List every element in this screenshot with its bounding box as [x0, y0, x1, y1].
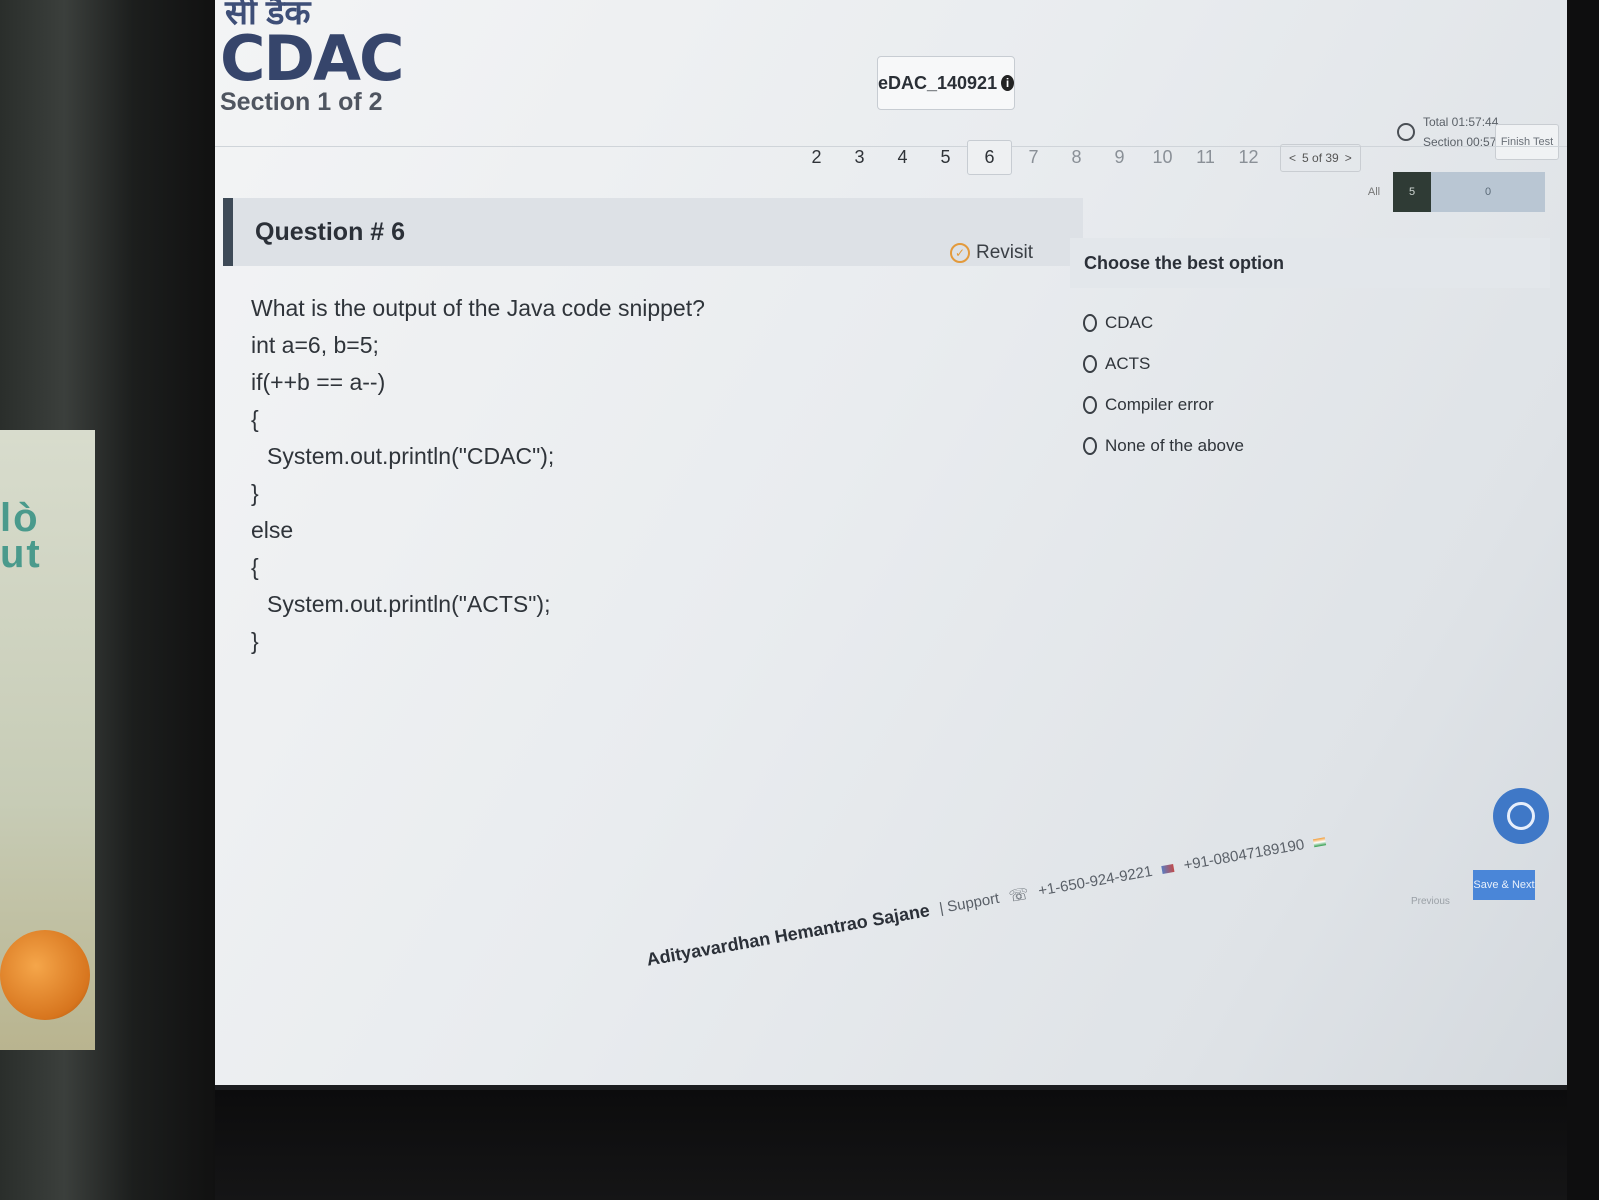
question-nav-3[interactable]: 3: [838, 141, 881, 174]
support-phone-us[interactable]: +1-650-924-9221: [1037, 863, 1154, 900]
revisit-label: Revisit: [976, 242, 1034, 263]
question-nav-12[interactable]: 12: [1227, 141, 1270, 174]
section-indicator: Section 1 of 2: [220, 88, 383, 116]
india-flag-icon: [1313, 836, 1327, 847]
question-prompt: What is the output of the Java code snip…: [251, 295, 705, 321]
options-header: Choose the best option: [1070, 238, 1550, 288]
question-nav-11[interactable]: 11: [1184, 141, 1227, 174]
question-nav-7[interactable]: 7: [1012, 141, 1055, 174]
legend-unanswered[interactable]: 0: [1431, 172, 1545, 212]
exam-screen: सी डैक CDAC Section 1 of 2 eDAC_140921 i…: [215, 0, 1567, 1085]
option-label: None of the above: [1105, 435, 1244, 455]
question-nav-5[interactable]: 5: [924, 141, 967, 174]
legend-answered[interactable]: 5: [1393, 172, 1431, 212]
pager-prev-button[interactable]: <: [1289, 151, 1296, 165]
finish-test-button[interactable]: Finish Test: [1495, 124, 1559, 160]
status-legend: All 5 0: [1355, 172, 1545, 212]
option-cdac[interactable]: CDAC: [1083, 302, 1244, 343]
candidate-id-box[interactable]: eDAC_140921 i: [877, 56, 1015, 110]
pager-status: 5 of 39: [1302, 150, 1339, 165]
code-line: int a=6, b=5;: [251, 332, 379, 358]
support-phone-in[interactable]: +91-08047189190: [1182, 836, 1305, 874]
option-label: Compiler error: [1105, 394, 1214, 414]
radio-icon[interactable]: [1083, 354, 1097, 373]
code-line: }: [251, 480, 259, 506]
radio-icon[interactable]: [1083, 313, 1097, 332]
question-title: Question # 6: [255, 218, 406, 246]
code-line: else: [251, 517, 294, 543]
option-compiler-error[interactable]: Compiler error: [1083, 384, 1244, 425]
radio-icon[interactable]: [1083, 436, 1097, 455]
monitor-right-bezel: [1567, 0, 1599, 1200]
radio-icon[interactable]: [1083, 395, 1097, 414]
monitor-left-surroundings: lò ut: [0, 0, 215, 1200]
monitor-bottom-bezel: [215, 1090, 1599, 1200]
candidate-id: eDAC_140921: [878, 72, 998, 93]
info-icon[interactable]: i: [1001, 75, 1014, 91]
orange-decoration: [0, 930, 90, 1020]
question-nav-9[interactable]: 9: [1098, 141, 1141, 174]
answer-options: CDAC ACTS Compiler error None of the abo…: [1083, 302, 1244, 466]
support-label: | Support: [937, 889, 1001, 918]
save-next-button[interactable]: Save & Next: [1473, 870, 1535, 900]
chat-support-button[interactable]: [1493, 788, 1549, 844]
code-line: if(++b == a--): [251, 369, 386, 395]
code-line: {: [251, 406, 259, 432]
revisit-toggle[interactable]: ✓ Revisit: [950, 242, 1033, 264]
code-line: {: [251, 554, 259, 580]
previous-link[interactable]: Previous: [1411, 896, 1450, 907]
us-flag-icon: [1161, 863, 1175, 874]
phone-icon: ☏: [1007, 885, 1031, 906]
candidate-name: Adityavardhan Hemantrao Sajane: [645, 900, 932, 970]
option-none-of-the-above[interactable]: None of the above: [1083, 425, 1244, 466]
pager-next-button[interactable]: >: [1345, 151, 1352, 165]
cdac-logo: CDAC: [220, 22, 404, 95]
poster-graphic: lò ut: [0, 496, 42, 576]
code-line: System.out.println("CDAC");: [267, 443, 555, 469]
option-label: CDAC: [1105, 312, 1154, 332]
question-nav-2[interactable]: 2: [795, 141, 838, 174]
option-acts[interactable]: ACTS: [1083, 343, 1244, 384]
question-body: What is the output of the Java code snip…: [251, 290, 705, 660]
footer: Adityavardhan Hemantrao Sajane | Support…: [645, 830, 1328, 970]
question-nav-4[interactable]: 4: [881, 141, 924, 174]
question-pager: < 5 of 39 >: [1280, 143, 1361, 172]
option-label: ACTS: [1105, 353, 1151, 373]
chat-icon: [1507, 802, 1535, 830]
clock-icon: [1397, 123, 1415, 141]
question-nav-10[interactable]: 10: [1141, 141, 1184, 174]
code-line: }: [251, 628, 259, 654]
revisit-icon: ✓: [950, 243, 970, 263]
code-line: System.out.println("ACTS");: [267, 591, 551, 617]
question-nav-8[interactable]: 8: [1055, 141, 1098, 174]
legend-all[interactable]: All: [1355, 172, 1393, 212]
question-navigator: 2 3 4 5 6 7 8 9 10 11 12 < 5 of 39 >: [795, 140, 1361, 175]
question-nav-6-current[interactable]: 6: [967, 140, 1012, 175]
